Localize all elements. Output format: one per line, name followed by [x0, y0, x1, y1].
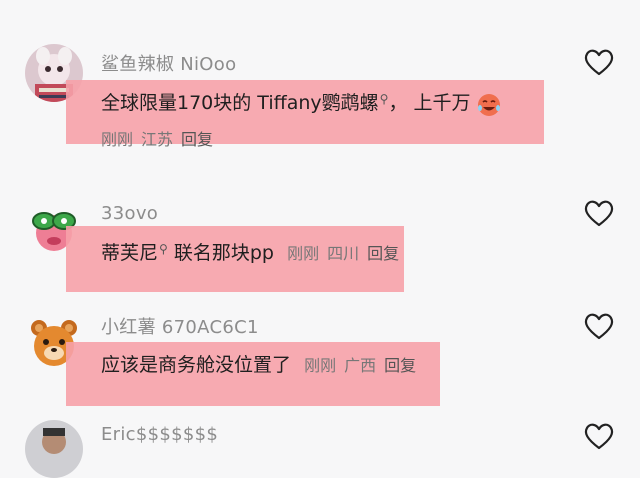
avatar-image-icon: [25, 420, 83, 478]
comment-text: 应该是商务舱没位置了: [101, 354, 292, 376]
comment-username[interactable]: 鲨鱼辣椒 NiOoo: [101, 50, 236, 76]
reply-button[interactable]: 回复: [367, 244, 399, 263]
reply-button[interactable]: 回复: [384, 356, 416, 375]
comment-text: 全球限量170块的 Tiffany鹦鹉螺: [101, 92, 379, 114]
like-heart-icon[interactable]: [583, 312, 615, 340]
reply-button[interactable]: 回复: [181, 130, 213, 149]
like-heart-icon[interactable]: [583, 199, 615, 227]
crying-laughing-emoji-icon: [477, 93, 500, 116]
comment-username[interactable]: 33ovo: [101, 203, 158, 224]
comment-time: 刚刚: [287, 244, 320, 263]
comment-meta: 刚刚 广西 回复: [304, 356, 424, 375]
like-heart-icon[interactable]: [583, 48, 615, 76]
like-heart-icon[interactable]: [583, 422, 615, 450]
comment-location: 江苏: [141, 130, 174, 149]
comment-time: 刚刚: [101, 130, 134, 149]
comment-location: 四川: [327, 244, 360, 263]
comment-time: 刚刚: [304, 356, 337, 375]
comment-body: 全球限量170块的 Tiffany鹦鹉螺⚲， 上千万: [101, 88, 502, 117]
comment-location: 广西: [344, 356, 377, 375]
comment-text: 蒂芙尼: [101, 242, 159, 264]
comment-text-suffix: ， 上千万: [388, 92, 471, 114]
comment-meta: 刚刚 四川 回复: [287, 244, 407, 263]
comment-username[interactable]: Eric$$$$$$$: [101, 424, 218, 445]
search-icon[interactable]: ⚲: [159, 242, 168, 256]
comment-body: 蒂芙尼⚲ 联名那块pp 刚刚 四川 回复: [101, 238, 407, 265]
avatar[interactable]: [25, 420, 83, 478]
comment-meta: 刚刚 江苏 回复: [101, 126, 221, 150]
comment-text-suffix: 联名那块pp: [167, 242, 274, 264]
comment-username[interactable]: 小红薯 670AC6C1: [101, 313, 259, 339]
comment-body: 应该是商务舱没位置了 刚刚 广西 回复: [101, 350, 424, 377]
